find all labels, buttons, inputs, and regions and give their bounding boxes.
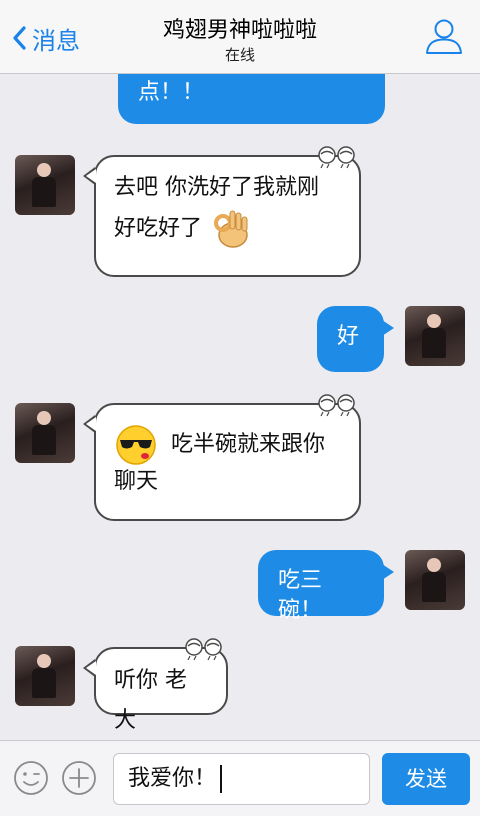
cloud-decoration-icon — [318, 146, 355, 169]
chat-title: 鸡翅男神啦啦啦 — [162, 18, 317, 43]
chat-area[interactable]: 点！！ 去吧 你洗好了我就刚 好吃好了 好 吃半碗就来跟你 聊天 吃三碗！ 听你… — [0, 74, 480, 740]
outgoing-message[interactable]: 吃三碗！ — [258, 550, 394, 623]
send-button[interactable]: 发送 — [382, 753, 470, 805]
message-text: 好 — [337, 324, 360, 349]
message-text: 听你 老大 — [114, 668, 187, 733]
cloud-decoration-icon — [318, 394, 355, 417]
input-bar: 我爱你！ 发送 — [0, 740, 480, 816]
message-text: 吃三碗！ — [278, 568, 323, 623]
outgoing-message[interactable]: 点！！ — [118, 74, 385, 124]
message-line: 吃半碗就来跟你 — [171, 432, 326, 457]
incoming-message[interactable]: 去吧 你洗好了我就刚 好吃好了 — [83, 146, 361, 277]
contact-avatar[interactable] — [15, 646, 75, 706]
my-avatar[interactable] — [405, 550, 465, 610]
cloud-decoration-icon — [185, 638, 222, 661]
message-text: 点！！ — [138, 80, 205, 105]
online-status: 在线 — [224, 46, 255, 64]
ok-hand-emoji-icon — [214, 210, 248, 248]
plus-circle-icon[interactable] — [61, 760, 97, 796]
nav-bar: 消息 鸡翅男神啦啦啦 在线 — [0, 0, 480, 74]
incoming-message[interactable]: 吃半碗就来跟你 聊天 — [83, 394, 361, 521]
outgoing-message[interactable]: 好 — [317, 306, 394, 372]
contact-avatar[interactable] — [15, 403, 75, 463]
message-line: 好吃好了 — [114, 216, 203, 241]
text-cursor — [220, 765, 223, 793]
message-line-row: 吃半碗就来跟你 — [114, 423, 341, 467]
message-input-value: 我爱你！ — [128, 766, 217, 791]
message-line: 去吧 你洗好了我就刚 — [114, 175, 319, 200]
profile-icon[interactable] — [424, 16, 464, 56]
sunglasses-kiss-emoji-icon — [116, 425, 156, 465]
message-line: 聊天 — [114, 469, 159, 494]
my-avatar[interactable] — [405, 306, 465, 366]
emoji-face-icon[interactable] — [13, 760, 49, 796]
contact-avatar[interactable] — [15, 155, 75, 215]
message-input[interactable]: 我爱你！ — [113, 753, 370, 805]
message-line-row: 好吃好了 — [114, 207, 341, 251]
incoming-message[interactable]: 听你 老大 — [83, 638, 228, 733]
